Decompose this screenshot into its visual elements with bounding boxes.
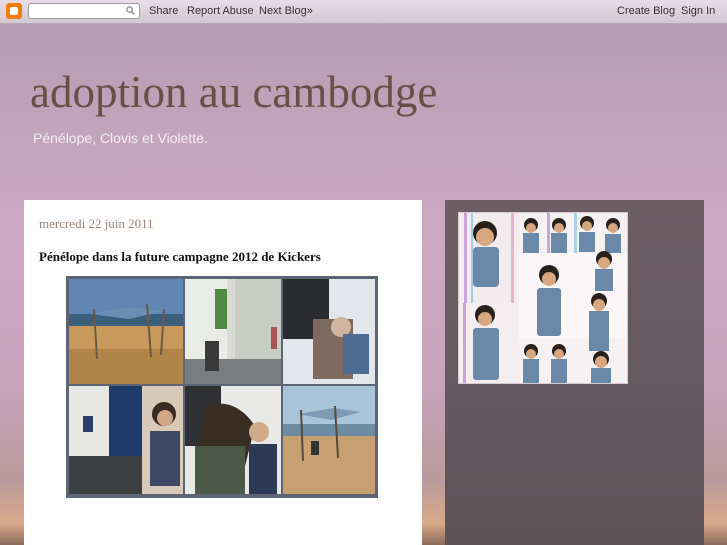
post-title[interactable]: Pénélope dans la future campagne 2012 de… [39,249,321,265]
girl-photo [142,386,183,494]
sidebar-photo-collage[interactable] [458,212,628,384]
beach-photo [69,279,183,384]
blog-description: Pénélope, Clovis et Violette. [33,130,208,146]
share-link[interactable]: Share [149,5,178,17]
create-blog-link[interactable]: Create Blog [617,5,675,17]
sign-in-link[interactable]: Sign In [681,5,715,17]
sidebar [445,200,704,545]
chalkboard-photo [283,279,375,384]
search-input[interactable] [28,3,140,19]
report-abuse-link[interactable]: Report Abuse [187,5,254,17]
blogger-navbar: Share Report Abuse Next Blog» Create Blo… [0,0,727,24]
street-photo [185,279,281,384]
post-date: mercredi 22 juin 2011 [39,216,154,231]
hair-photo [185,386,281,494]
blog-title[interactable]: adoption au cambodge [30,66,437,118]
next-blog-link[interactable]: Next Blog» [259,5,313,17]
blogger-logo-icon[interactable] [6,3,22,19]
beach-photo-2 [283,386,375,494]
main-column: mercredi 22 juin 2011 Pénélope dans la f… [24,200,422,545]
alley-photo [69,386,142,494]
child-figure [473,221,499,287]
search-icon[interactable] [126,6,135,15]
post-photo-collage[interactable] [66,276,378,498]
